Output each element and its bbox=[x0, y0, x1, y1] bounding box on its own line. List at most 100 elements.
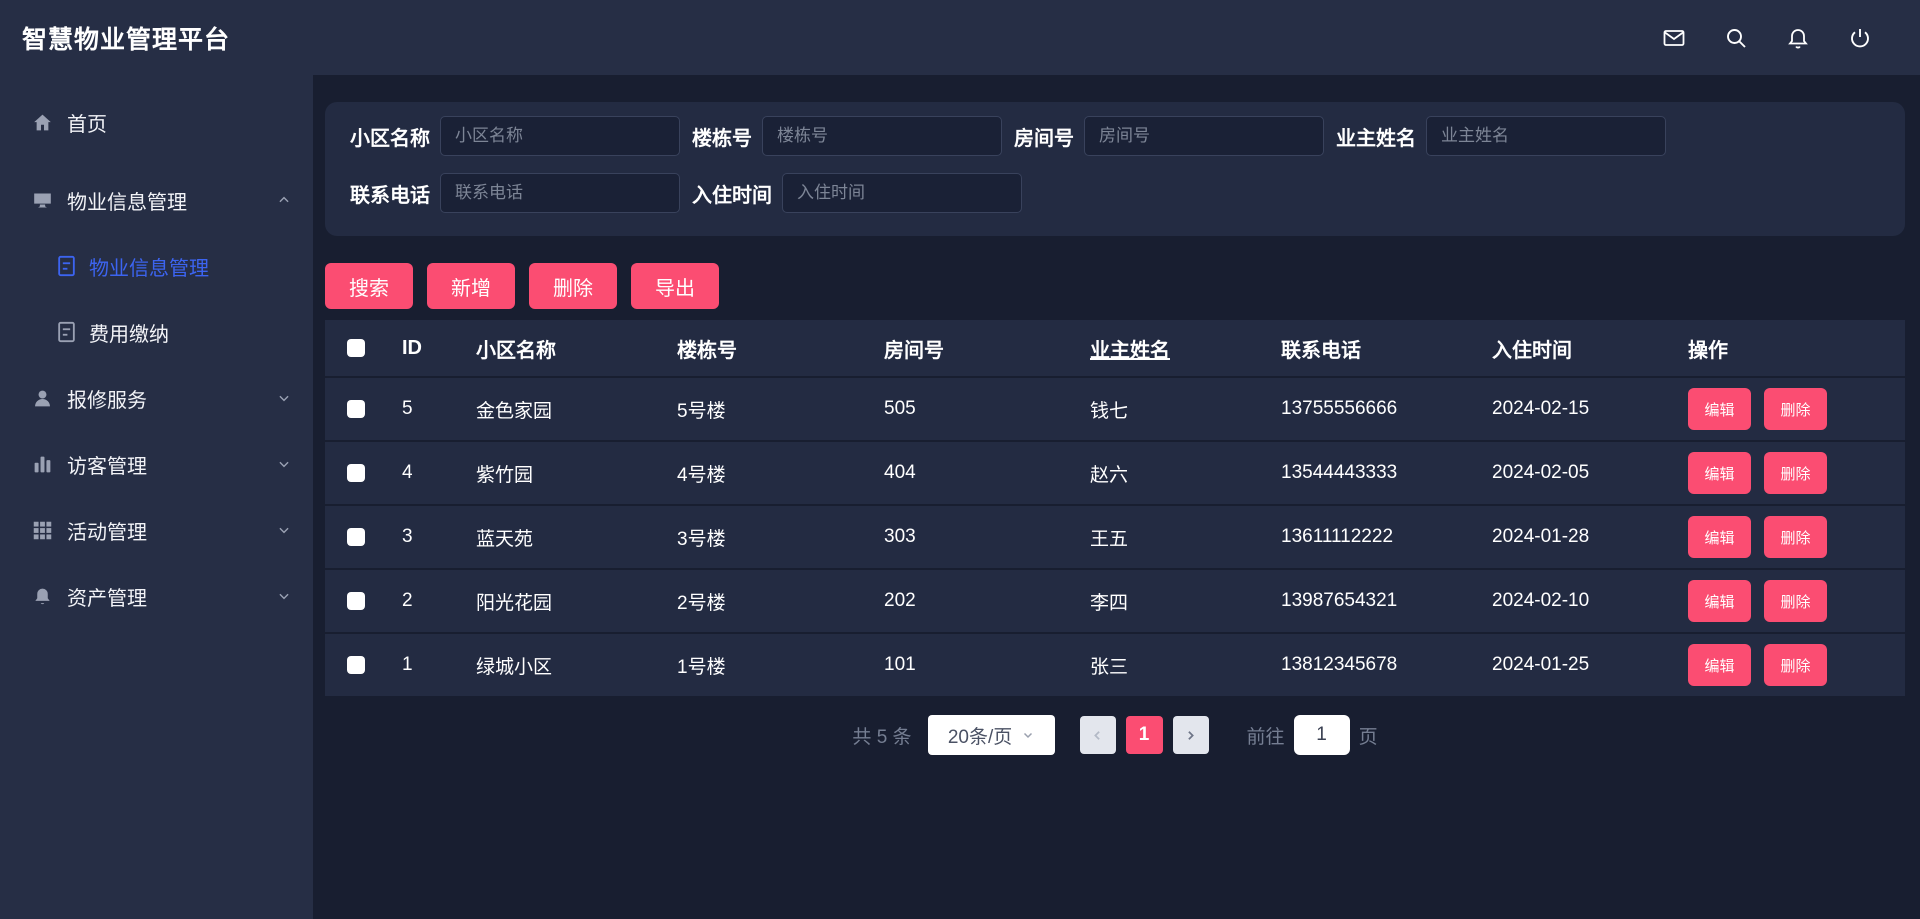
sidebar-item-label: 报修服务 bbox=[67, 384, 147, 413]
cell-community: 蓝天苑 bbox=[476, 524, 677, 551]
cell-owner: 张三 bbox=[1090, 652, 1281, 679]
home-icon bbox=[32, 112, 53, 133]
add-button[interactable]: 新增 bbox=[427, 263, 515, 309]
edit-button[interactable]: 编辑 bbox=[1688, 452, 1751, 494]
mail-icon[interactable] bbox=[1662, 26, 1686, 50]
user-icon bbox=[32, 388, 53, 409]
row-checkbox[interactable] bbox=[347, 656, 365, 674]
chevron-down-icon bbox=[277, 589, 291, 603]
sidebar-subitem-label: 物业信息管理 bbox=[89, 252, 209, 281]
sidebar-item-property-info[interactable]: 物业信息管理 bbox=[0, 167, 313, 233]
table-row: 5 金色家园 5号楼 505 钱七 13755556666 2024-02-15… bbox=[325, 376, 1905, 440]
cell-building: 2号楼 bbox=[677, 588, 884, 615]
sidebar-subitem-label: 费用缴纳 bbox=[89, 318, 169, 347]
cell-phone: 13544443333 bbox=[1281, 462, 1492, 484]
cell-movein: 2024-02-15 bbox=[1492, 398, 1688, 420]
export-button[interactable]: 导出 bbox=[631, 263, 719, 309]
sidebar: 首页 物业信息管理 物业信息管理 费用缴纳 报修服务 bbox=[0, 75, 313, 919]
delete-row-button[interactable]: 删除 bbox=[1764, 644, 1827, 686]
col-room: 房间号 bbox=[884, 334, 1090, 363]
edit-button[interactable]: 编辑 bbox=[1688, 516, 1751, 558]
move-in-date-input[interactable] bbox=[782, 173, 1022, 213]
field-label: 入住时间 bbox=[692, 179, 772, 208]
community-name-input[interactable] bbox=[440, 116, 680, 156]
col-phone: 联系电话 bbox=[1281, 334, 1492, 363]
sidebar-item-label: 活动管理 bbox=[67, 516, 147, 545]
row-checkbox[interactable] bbox=[347, 464, 365, 482]
sidebar-item-asset-management[interactable]: 资产管理 bbox=[0, 563, 313, 629]
cell-movein: 2024-02-05 bbox=[1492, 462, 1688, 484]
filter-field-community: 小区名称 bbox=[350, 116, 680, 156]
sidebar-item-label: 物业信息管理 bbox=[67, 186, 187, 215]
row-checkbox[interactable] bbox=[347, 528, 365, 546]
search-icon[interactable] bbox=[1724, 26, 1748, 50]
owner-name-input[interactable] bbox=[1426, 116, 1666, 156]
cell-room: 303 bbox=[884, 526, 1090, 548]
delete-button[interactable]: 删除 bbox=[529, 263, 617, 309]
bell-icon bbox=[32, 586, 53, 607]
table-header-row: ID 小区名称 楼栋号 房间号 业主姓名 联系电话 入住时间 操作 bbox=[325, 320, 1905, 376]
delete-row-button[interactable]: 删除 bbox=[1764, 516, 1827, 558]
sidebar-item-home[interactable]: 首页 bbox=[0, 89, 313, 155]
cell-phone: 13755556666 bbox=[1281, 398, 1492, 420]
delete-row-button[interactable]: 删除 bbox=[1764, 580, 1827, 622]
goto-label: 前往 bbox=[1247, 722, 1285, 749]
sidebar-item-visitor-management[interactable]: 访客管理 bbox=[0, 431, 313, 497]
table-row: 2 阳光花园 2号楼 202 李四 13987654321 2024-02-10… bbox=[325, 568, 1905, 632]
goto-page-input[interactable] bbox=[1294, 715, 1350, 755]
phone-input[interactable] bbox=[440, 173, 680, 213]
header-icon-group bbox=[1662, 26, 1920, 50]
cell-owner: 钱七 bbox=[1090, 396, 1281, 423]
chevron-down-icon bbox=[1022, 729, 1034, 741]
prev-page-button[interactable] bbox=[1080, 716, 1116, 754]
main-content: 小区名称 楼栋号 房间号 业主姓名 联系电话 入住时间 bbox=[313, 75, 1920, 919]
toolbar: 搜索 新增 删除 导出 bbox=[325, 263, 1905, 309]
page-unit-label: 页 bbox=[1359, 722, 1378, 749]
cell-community: 绿城小区 bbox=[476, 652, 677, 679]
data-table: ID 小区名称 楼栋号 房间号 业主姓名 联系电话 入住时间 操作 5 金色家园… bbox=[325, 320, 1905, 696]
cell-owner: 王五 bbox=[1090, 524, 1281, 551]
bell-icon[interactable] bbox=[1786, 26, 1810, 50]
cell-room: 505 bbox=[884, 398, 1090, 420]
edit-button[interactable]: 编辑 bbox=[1688, 644, 1751, 686]
cell-id: 4 bbox=[402, 462, 476, 484]
power-icon[interactable] bbox=[1848, 26, 1872, 50]
col-building: 楼栋号 bbox=[677, 334, 884, 363]
document-icon bbox=[57, 321, 76, 343]
edit-button[interactable]: 编辑 bbox=[1688, 388, 1751, 430]
table-row: 4 紫竹园 4号楼 404 赵六 13544443333 2024-02-05 … bbox=[325, 440, 1905, 504]
bar-chart-icon bbox=[32, 454, 53, 475]
cell-building: 4号楼 bbox=[677, 460, 884, 487]
app-title: 智慧物业管理平台 bbox=[0, 20, 230, 56]
delete-row-button[interactable]: 删除 bbox=[1764, 388, 1827, 430]
sidebar-item-activity-management[interactable]: 活动管理 bbox=[0, 497, 313, 563]
col-actions: 操作 bbox=[1688, 334, 1905, 363]
filter-field-phone: 联系电话 bbox=[350, 173, 680, 213]
cell-room: 101 bbox=[884, 654, 1090, 676]
filter-field-building: 楼栋号 bbox=[692, 116, 1002, 156]
building-number-input[interactable] bbox=[762, 116, 1002, 156]
cell-room: 404 bbox=[884, 462, 1090, 484]
filter-field-movein: 入住时间 bbox=[692, 173, 1022, 213]
sidebar-subitem-fee-payment[interactable]: 费用缴纳 bbox=[0, 299, 313, 365]
sidebar-item-label: 访客管理 bbox=[67, 450, 147, 479]
cell-phone: 13812345678 bbox=[1281, 654, 1492, 676]
cell-owner: 李四 bbox=[1090, 588, 1281, 615]
sidebar-item-repair-service[interactable]: 报修服务 bbox=[0, 365, 313, 431]
row-checkbox[interactable] bbox=[347, 592, 365, 610]
next-page-button[interactable] bbox=[1173, 716, 1209, 754]
delete-row-button[interactable]: 删除 bbox=[1764, 452, 1827, 494]
sidebar-subitem-property-info[interactable]: 物业信息管理 bbox=[0, 233, 313, 299]
row-checkbox[interactable] bbox=[347, 400, 365, 418]
col-owner: 业主姓名 bbox=[1090, 334, 1281, 363]
monitor-icon bbox=[32, 190, 53, 211]
room-number-input[interactable] bbox=[1084, 116, 1324, 156]
page-number-button[interactable]: 1 bbox=[1126, 716, 1163, 754]
search-button[interactable]: 搜索 bbox=[325, 263, 413, 309]
edit-button[interactable]: 编辑 bbox=[1688, 580, 1751, 622]
cell-id: 1 bbox=[402, 654, 476, 676]
filter-field-room: 房间号 bbox=[1014, 116, 1324, 156]
page-size-select[interactable]: 20条/页 bbox=[928, 715, 1055, 755]
cell-id: 5 bbox=[402, 398, 476, 420]
select-all-checkbox[interactable] bbox=[347, 339, 365, 357]
